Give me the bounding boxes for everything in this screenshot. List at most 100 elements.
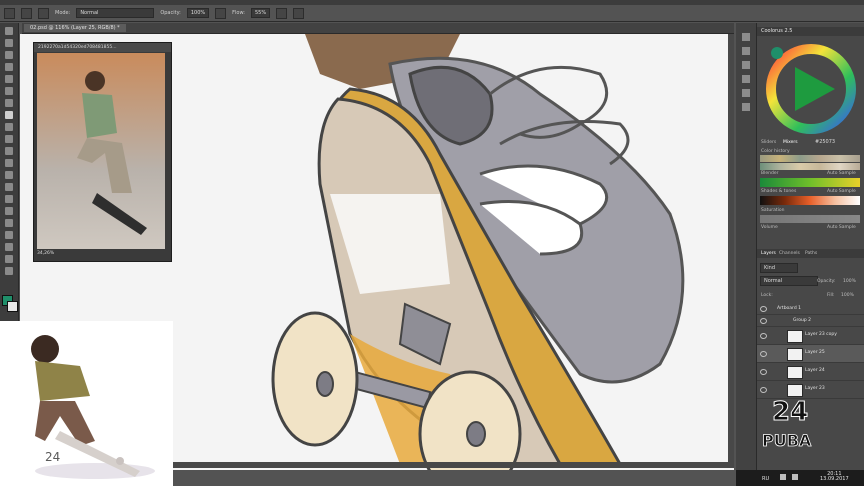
stamp-tool-icon[interactable] — [5, 123, 13, 131]
type-tool-icon[interactable] — [5, 207, 13, 215]
layer-row[interactable]: Layer 24 — [757, 363, 864, 381]
layer-row[interactable]: Artboard 1 — [757, 303, 864, 315]
svg-text:24: 24 — [45, 450, 60, 464]
color-wheel[interactable]: #25073 — [765, 39, 857, 147]
coolorus-title[interactable]: Coolorus 2.5 — [757, 27, 864, 36]
quick-select-tool-icon[interactable] — [5, 63, 13, 71]
reference-zoom: 34,26% — [37, 251, 55, 256]
document-tab[interactable]: 02.psd @ 116% (Layer 25, RGB/8) * — [24, 24, 126, 32]
crop-tool-icon[interactable] — [5, 75, 13, 83]
clock-date: 13.09.2017 — [820, 476, 849, 482]
layer-name: Group 2 — [793, 318, 811, 323]
layer-row[interactable]: Layer 23 copy — [757, 327, 864, 345]
layer-name: Layer 25 — [805, 350, 825, 355]
clone-source-icon[interactable] — [742, 75, 750, 83]
shades-tones-label: Shades & tones — [761, 189, 797, 194]
shades-gradient[interactable] — [760, 196, 860, 205]
healing-tool-icon[interactable] — [5, 99, 13, 107]
reference-image-window[interactable]: 2192270a1d54320ed708481855... 34,26% — [33, 42, 172, 262]
tab-mixers[interactable]: Mixers — [783, 140, 798, 145]
more-tools-icon[interactable] — [5, 267, 13, 275]
skater-photo-graphic — [77, 71, 147, 235]
opacity-field[interactable]: 100% — [186, 8, 210, 18]
language-indicator[interactable]: RU — [762, 476, 769, 482]
tools-panel — [0, 23, 19, 323]
visibility-eye-icon[interactable] — [760, 333, 767, 339]
shape-tool-icon[interactable] — [5, 231, 13, 239]
blender-label: Blender — [761, 171, 779, 176]
pen-tool-icon[interactable] — [5, 195, 13, 203]
path-select-tool-icon[interactable] — [5, 219, 13, 227]
visibility-eye-icon[interactable] — [760, 306, 767, 312]
eyedropper-tool-icon[interactable] — [5, 87, 13, 95]
color-history-row-2[interactable] — [760, 163, 860, 170]
layer-name: Layer 24 — [805, 368, 825, 373]
visibility-eye-icon[interactable] — [760, 318, 767, 324]
properties-panel-icon[interactable] — [742, 47, 750, 55]
color-history-row-1[interactable] — [760, 155, 860, 162]
document-tab-bar — [22, 23, 734, 34]
layer-row[interactable]: Group 2 — [757, 315, 864, 327]
background-color-swatch[interactable] — [7, 301, 18, 312]
kind-filter[interactable]: Kind — [760, 263, 798, 273]
flow-field[interactable]: 55% — [251, 8, 271, 18]
blur-tool-icon[interactable] — [5, 171, 13, 179]
fill-label: Fill: — [827, 293, 835, 298]
tab-layers[interactable]: Layers — [761, 251, 776, 256]
pressure-opacity-icon[interactable] — [215, 7, 227, 19]
lasso-tool-icon[interactable] — [5, 51, 13, 59]
marquee-tool-icon[interactable] — [5, 39, 13, 47]
paragraph-panel-icon[interactable] — [742, 103, 750, 111]
flow-label: Flow: — [232, 10, 245, 16]
brush-settings-icon[interactable] — [38, 7, 49, 19]
history-panel-icon[interactable] — [742, 33, 750, 41]
eraser-tool-icon[interactable] — [5, 147, 13, 155]
tab-paths[interactable]: Paths — [805, 251, 817, 256]
character-panel-icon[interactable] — [742, 89, 750, 97]
pressure-size-icon[interactable] — [293, 7, 305, 19]
history-brush-icon[interactable] — [5, 135, 13, 143]
blender-gradient[interactable] — [760, 178, 860, 187]
vertical-scrollbar[interactable] — [728, 34, 734, 462]
clock[interactable]: 20:11 13.09.2017 — [820, 472, 849, 482]
color-history-label: Color history — [761, 149, 790, 154]
saturation-gradient[interactable] — [760, 215, 860, 223]
layer-thumbnail — [787, 348, 803, 361]
fill-value[interactable]: 100% — [841, 293, 854, 298]
blend-mode-select[interactable]: Normal — [760, 276, 818, 286]
airbrush-icon[interactable] — [276, 7, 288, 19]
zoom-tool-icon[interactable] — [5, 255, 13, 263]
panel-icon-strip — [736, 23, 757, 470]
brush-tool-icon[interactable] — [4, 7, 15, 19]
move-tool-icon[interactable] — [5, 27, 13, 35]
dodge-tool-icon[interactable] — [5, 183, 13, 191]
brush-panel-icon[interactable] — [742, 61, 750, 69]
wheel-right-hub — [466, 421, 486, 447]
mode-select[interactable]: Normal — [76, 8, 155, 18]
tab-channels[interactable]: Channels — [779, 251, 800, 256]
layer-thumbnail — [787, 330, 803, 343]
tab-sliders[interactable]: Sliders — [761, 140, 776, 145]
options-bar: Mode: Normal Opacity: 100% Flow: 55% — [0, 5, 864, 22]
wheel-left — [271, 311, 359, 447]
layer-name: Artboard 1 — [777, 306, 801, 311]
visibility-eye-icon[interactable] — [760, 369, 767, 375]
volume-icon[interactable] — [792, 474, 798, 480]
shades-auto-sample[interactable]: Auto Sample — [827, 189, 856, 194]
hand-tool-icon[interactable] — [5, 243, 13, 251]
lock-label: Lock: — [761, 293, 773, 298]
brush-preset-icon[interactable] — [21, 7, 32, 19]
brush-tool-icon[interactable] — [5, 111, 13, 119]
reference-window-title[interactable]: 2192270a1d54320ed708481855... — [34, 43, 171, 52]
network-icon[interactable] — [780, 474, 786, 480]
volume-auto-sample[interactable]: Auto Sample — [827, 225, 856, 230]
layer-row-selected[interactable]: Layer 25 — [757, 345, 864, 363]
reference-photo — [37, 53, 165, 249]
gradient-tool-icon[interactable] — [5, 159, 13, 167]
blender-auto-sample[interactable]: Auto Sample — [827, 171, 856, 176]
mode-label: Mode: — [55, 10, 71, 16]
opacity-label: Opacity: — [160, 10, 181, 16]
visibility-eye-icon[interactable] — [760, 351, 767, 357]
layer-thumbnail — [787, 366, 803, 379]
layer-opacity-value[interactable]: 100% — [843, 279, 856, 284]
